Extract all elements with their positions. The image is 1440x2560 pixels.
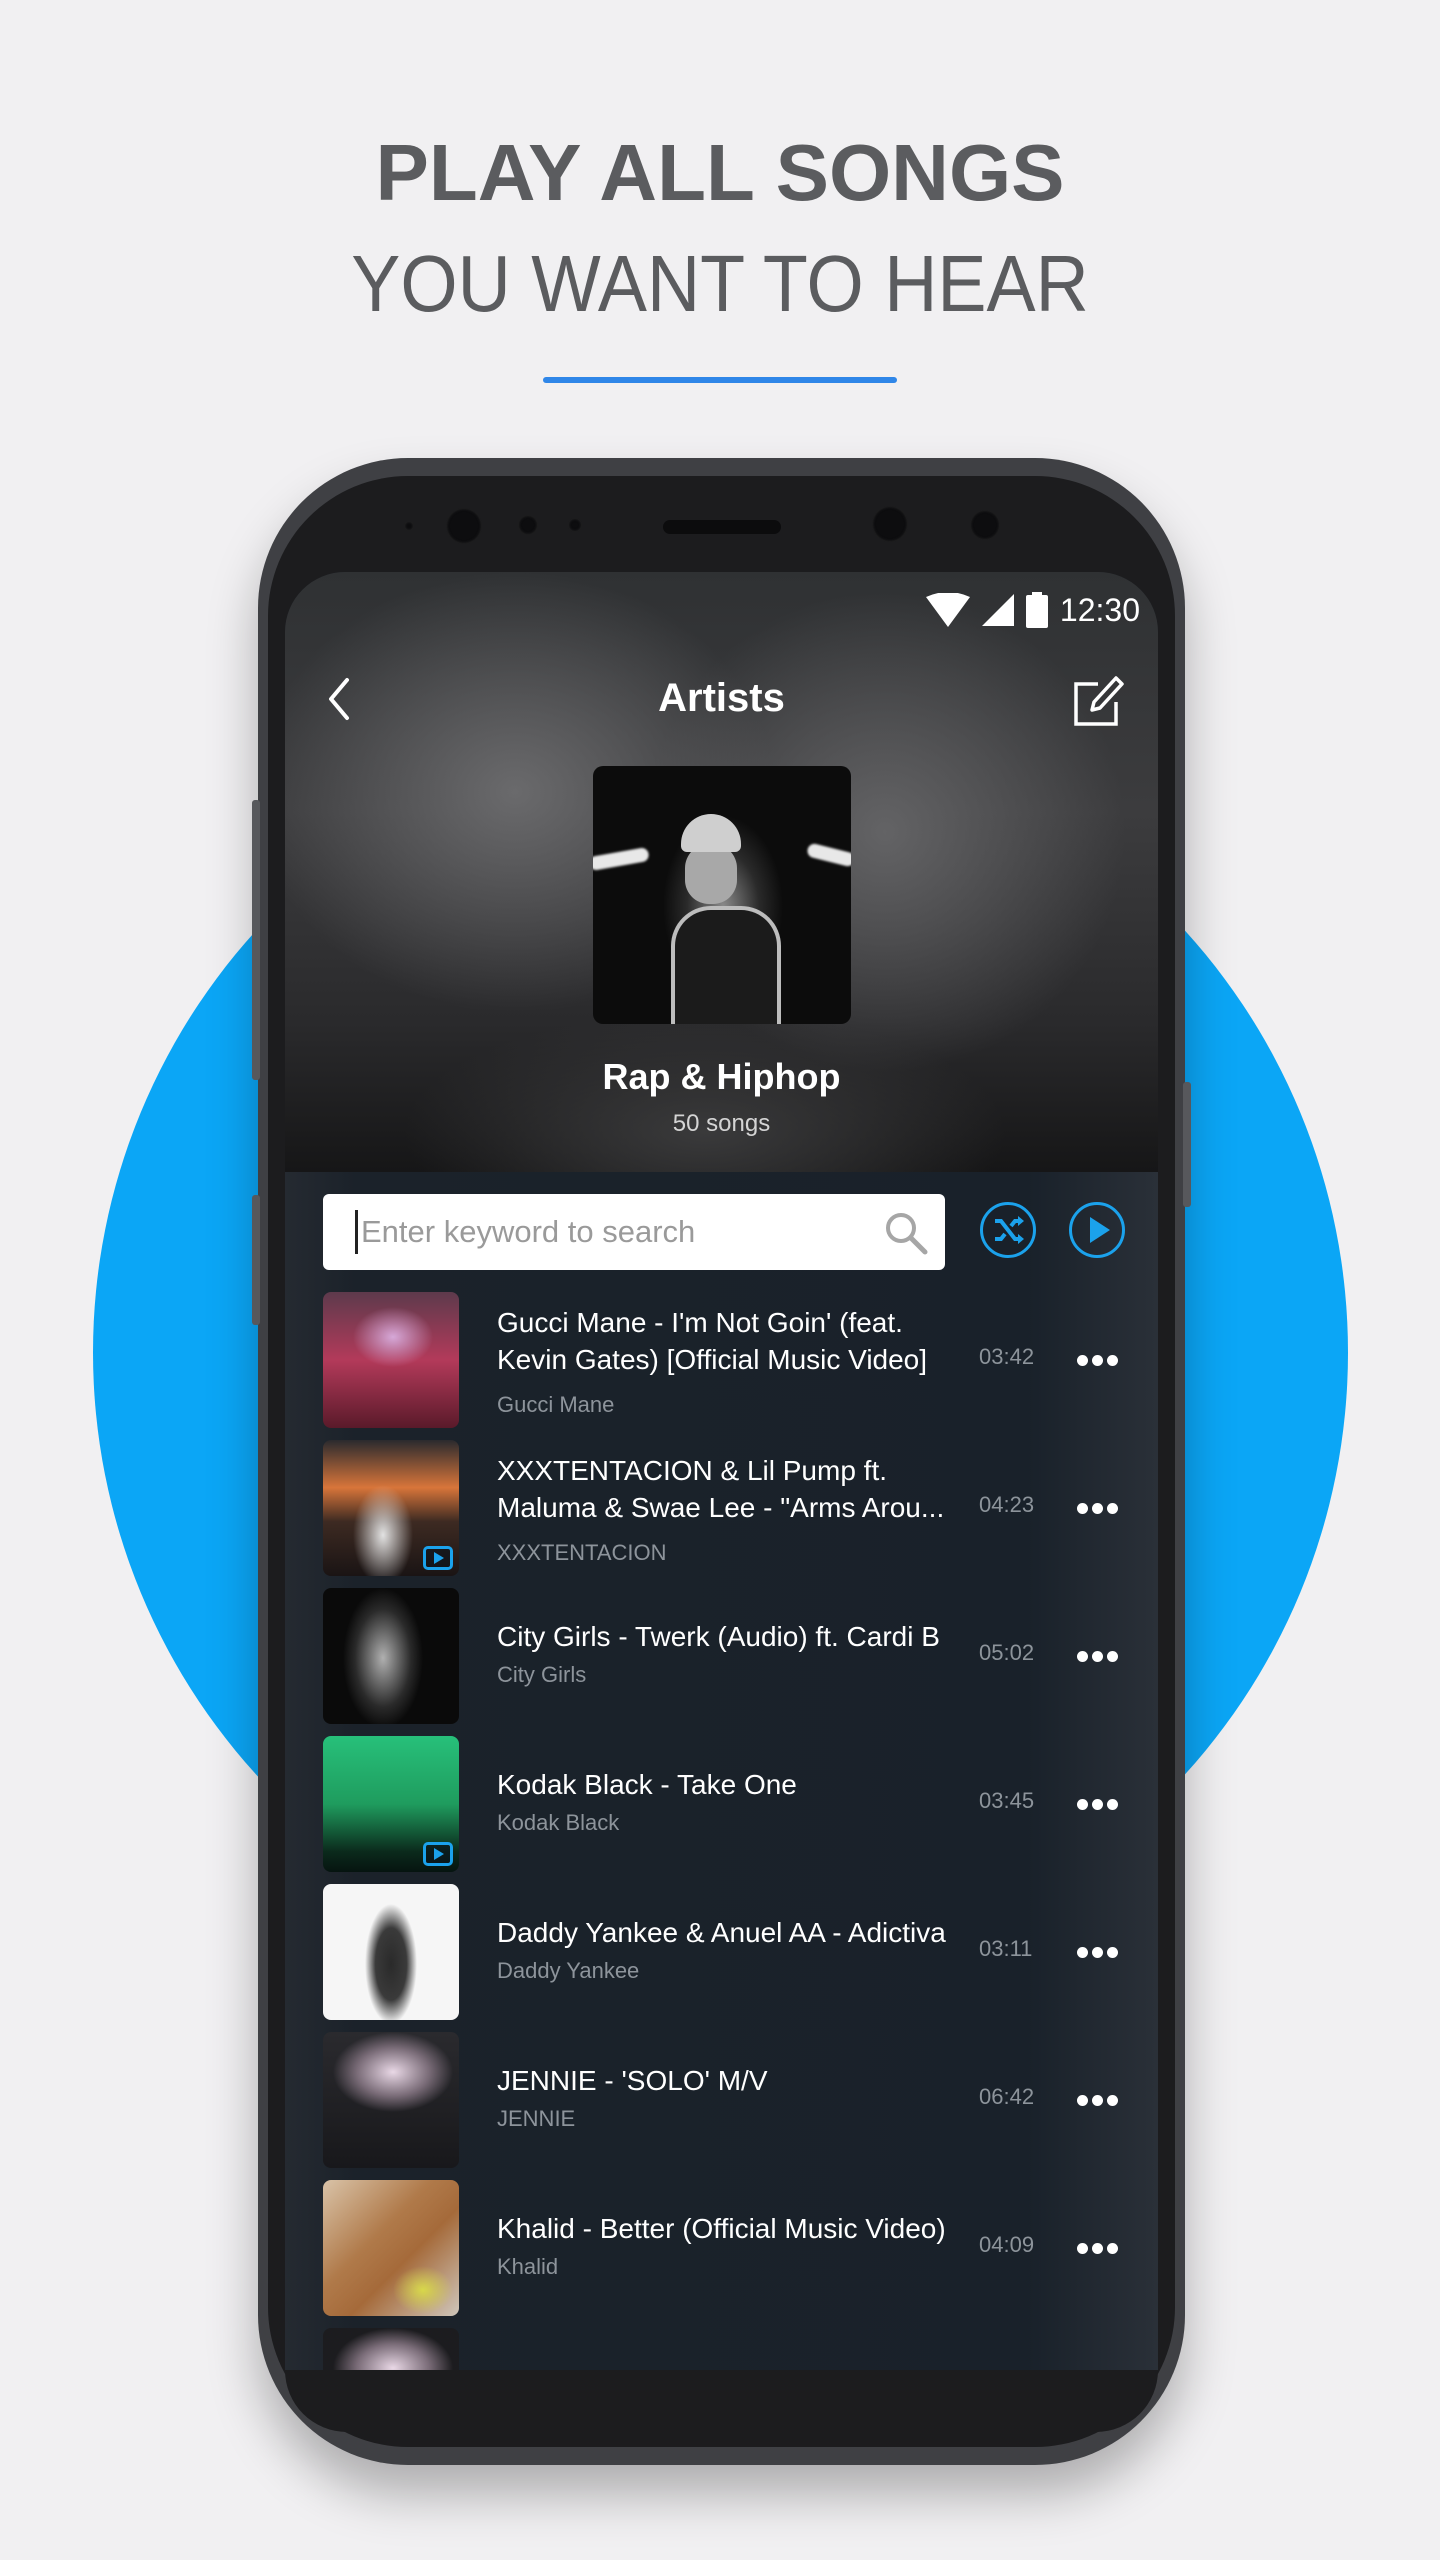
iris-camera	[872, 506, 908, 542]
song-duration: 05:02	[979, 1640, 1035, 1665]
search-icon[interactable]	[883, 1210, 929, 1256]
video-badge-icon	[423, 1842, 453, 1866]
song-duration: 03:45	[979, 1788, 1035, 1813]
song-thumbnail	[323, 1884, 459, 2020]
stage-light	[806, 842, 851, 868]
signal-icon	[981, 594, 1014, 626]
more-options-button[interactable]	[1073, 1490, 1121, 1526]
search-input[interactable]	[323, 1194, 945, 1270]
song-row[interactable]: Khalid - Better (Official Music Video) K…	[323, 2180, 1131, 2316]
play-icon	[1090, 1217, 1110, 1243]
more-options-button[interactable]	[1073, 1342, 1121, 1378]
accent-underline	[543, 377, 897, 383]
edit-icon	[1074, 676, 1124, 726]
sensor-dot	[518, 515, 538, 535]
song-artist: Khalid	[497, 2254, 559, 2279]
phone-bottom-bezel	[285, 2370, 1158, 2432]
song-thumbnail	[323, 2328, 459, 2370]
song-row[interactable]: Daddy Yankee & Anuel AA - Adictiva Daddy…	[323, 1884, 1131, 2020]
playlist-name: Rap & Hiphop	[602, 1056, 841, 1097]
song-row[interactable]: City Girls - Twerk (Audio) ft. Cardi B C…	[323, 1588, 1131, 1724]
more-options-button[interactable]	[1073, 1638, 1121, 1674]
song-duration: 03:11	[979, 1936, 1033, 1961]
more-options-button[interactable]	[1073, 2082, 1121, 2118]
front-camera	[446, 508, 482, 544]
song-thumbnail	[323, 1588, 459, 1724]
song-artist: Gucci Mane	[497, 1392, 615, 1417]
artist-figure	[671, 906, 781, 1024]
song-thumbnail	[323, 1440, 459, 1576]
song-thumbnail	[323, 1292, 459, 1428]
app-bar: Artists	[285, 660, 1158, 740]
song-thumbnail	[323, 2032, 459, 2168]
song-row[interactable]: Gucci Mane - I'm Not Goin' (feat. Kevin …	[323, 1292, 1131, 1428]
song-duration: 03:42	[979, 1344, 1035, 1369]
song-row[interactable]: XXXTENTACION & Lil Pump ft. Maluma & Swa…	[323, 1440, 1131, 1576]
edit-button[interactable]	[1072, 674, 1124, 728]
more-options-button[interactable]	[1073, 2230, 1121, 2266]
song-title: Khalid - Better (Official Music Video)	[497, 2213, 946, 2244]
sensor-dot	[568, 518, 582, 532]
iris-sensor	[970, 510, 1000, 540]
artist-figure	[685, 844, 737, 904]
power-button	[1183, 1082, 1191, 1207]
song-count: 50 songs	[672, 1110, 771, 1137]
headline-bold: PLAY ALL SONGS	[375, 128, 1065, 217]
song-artist: City Girls	[497, 1662, 587, 1687]
promo-headline: PLAY ALL SONGS YOU WANT TO HEAR	[0, 128, 1440, 334]
playlist-header: 12:30 Artists Rap & Hiphop 50 songs	[285, 572, 1158, 1172]
song-title: Gucci Mane - I'm Not Goin' (feat. Kevin …	[497, 1307, 928, 1375]
text-cursor	[355, 1210, 358, 1254]
headline-light: YOU WANT TO HEAR	[351, 239, 1089, 328]
status-time: 12:30	[1059, 591, 1140, 628]
shuffle-button[interactable]	[980, 1202, 1036, 1258]
song-title: City Girls - Twerk (Audio) ft. Cardi B	[497, 1621, 940, 1652]
song-artist: JENNIE	[497, 2106, 576, 2131]
shuffle-icon	[995, 1216, 1024, 1244]
song-row-partial[interactable]	[323, 2328, 1131, 2370]
status-bar: 12:30	[925, 580, 1140, 640]
song-title: Daddy Yankee & Anuel AA - Adictiva	[497, 1917, 946, 1948]
wifi-icon	[925, 593, 970, 627]
video-badge-icon	[423, 1546, 453, 1570]
song-row[interactable]: Kodak Black - Take One Kodak Black 03:45	[323, 1736, 1131, 1872]
volume-button	[252, 800, 260, 1080]
sensor-dot	[404, 521, 414, 531]
artist-figure	[681, 814, 741, 852]
song-thumbnail	[323, 1736, 459, 1872]
song-artist: XXXTENTACION	[497, 1540, 667, 1565]
song-title: Kodak Black - Take One	[497, 1769, 797, 1800]
song-duration: 04:23	[979, 1492, 1035, 1517]
bixby-button	[252, 1195, 260, 1325]
song-thumbnail	[323, 2180, 459, 2316]
song-title: JENNIE - 'SOLO' M/V	[497, 2065, 768, 2096]
song-row[interactable]: JENNIE - 'SOLO' M/V JENNIE 06:42	[323, 2032, 1131, 2168]
playlist-cover-image	[593, 766, 851, 1024]
battery-icon	[1025, 592, 1048, 628]
search-bar[interactable]	[323, 1194, 945, 1270]
song-list-area: Gucci Mane - I'm Not Goin' (feat. Kevin …	[285, 1172, 1158, 2370]
song-artist: Daddy Yankee	[497, 1958, 640, 1983]
more-options-button[interactable]	[1073, 1786, 1121, 1822]
stage-light	[593, 846, 650, 872]
song-artist: Kodak Black	[497, 1810, 620, 1835]
more-options-button[interactable]	[1073, 1934, 1121, 1970]
song-duration: 04:09	[979, 2232, 1035, 2257]
app-screen: 12:30 Artists Rap & Hiphop 50 songs Ente…	[285, 572, 1158, 2370]
page-title: Artists	[658, 676, 785, 720]
earpiece-speaker	[663, 520, 781, 534]
play-all-button[interactable]	[1069, 1202, 1125, 1258]
song-duration: 06:42	[979, 2084, 1035, 2109]
song-title: XXXTENTACION & Lil Pump ft. Maluma & Swa…	[497, 1455, 945, 1523]
